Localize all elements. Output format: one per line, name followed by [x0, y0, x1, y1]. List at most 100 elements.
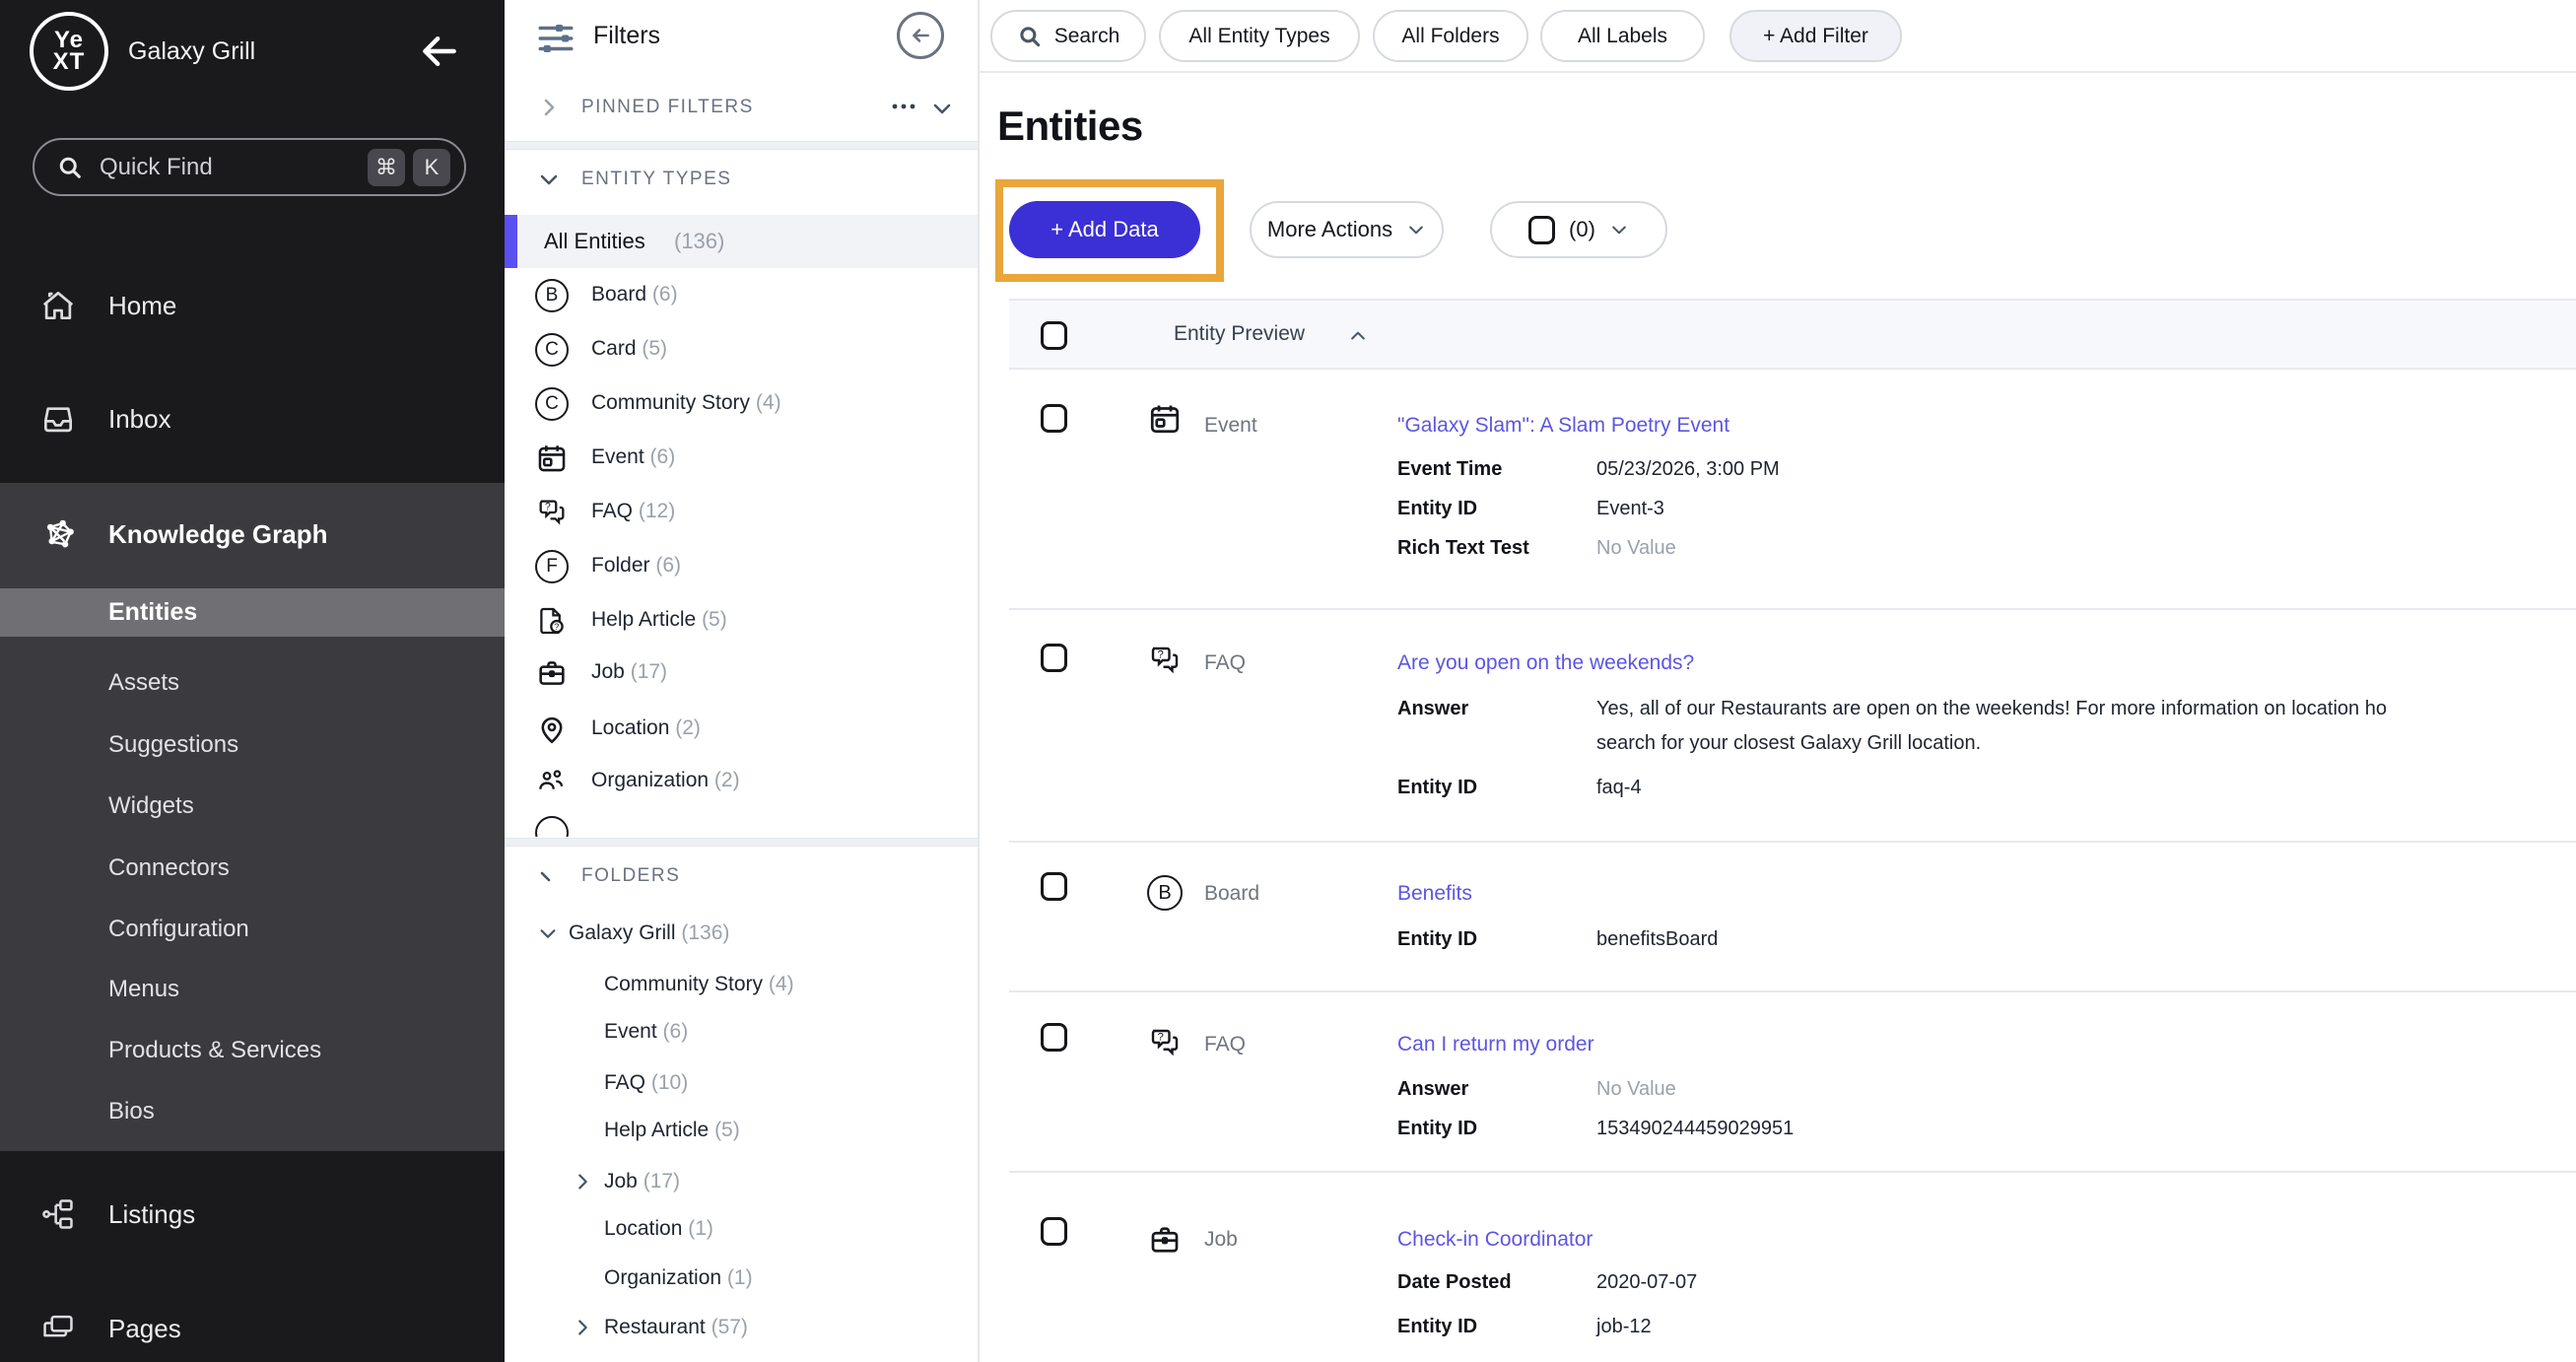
selection-dropdown[interactable]: (0) — [1490, 201, 1667, 258]
filter-type-help-article[interactable]: ? Help Article (5) — [505, 594, 978, 647]
add-data-button[interactable]: + Add Data — [1009, 201, 1200, 258]
faq-icon: ? — [1147, 643, 1183, 678]
filter-type-card[interactable]: C Card (5) — [505, 323, 978, 376]
folder-count: (17) — [644, 1170, 680, 1192]
field-value: job-12 — [1596, 1316, 1652, 1338]
sidebar-item-products-services[interactable]: Products & Services — [0, 1032, 505, 1069]
select-all-checkbox[interactable] — [1528, 216, 1555, 244]
folder-label: Galaxy Grill — [569, 921, 676, 944]
filter-type-location[interactable]: Location (2) — [505, 703, 978, 756]
people-icon — [535, 765, 569, 798]
sidebar-item-listings[interactable]: Listings — [0, 1191, 505, 1238]
all-entity-types-pill[interactable]: All Entity Types — [1159, 10, 1360, 62]
quick-find-input[interactable]: Quick Find ⌘ K — [33, 138, 466, 196]
filter-all-entities[interactable]: All Entities (136) — [505, 215, 978, 268]
pinned-filters-header[interactable]: PINNED FILTERS — [581, 97, 754, 118]
header-checkbox[interactable] — [1041, 321, 1067, 350]
entity-title-link[interactable]: "Galaxy Slam": A Slam Poetry Event — [1397, 414, 1729, 438]
more-actions-button[interactable]: More Actions — [1250, 201, 1444, 258]
folder-job[interactable]: Job (17) — [505, 1163, 978, 1202]
svg-text:?: ? — [1158, 1031, 1164, 1043]
sidebar-item-home[interactable]: Home — [0, 282, 505, 329]
folder-faq[interactable]: FAQ (10) — [505, 1064, 978, 1104]
sidebar-item-menus[interactable]: Menus — [0, 971, 505, 1008]
entity-types-chevron-down-icon[interactable] — [537, 168, 561, 191]
yext-logo-icon[interactable]: YeXT — [30, 12, 108, 91]
entity-title-link[interactable]: Benefits — [1397, 882, 1472, 906]
collapse-filters-button[interactable] — [897, 12, 944, 59]
field-label: Rich Text Test — [1397, 537, 1529, 560]
field-value: No Value — [1596, 537, 1676, 560]
folder-event[interactable]: Event (6) — [505, 1013, 978, 1053]
badge-b-icon: B — [1147, 875, 1183, 911]
folders-chevron-down-icon[interactable] — [537, 864, 561, 888]
sidebar-item-suggestions[interactable]: Suggestions — [0, 726, 505, 764]
folder-location[interactable]: Location (1) — [505, 1210, 978, 1250]
sidebar-item-configuration[interactable]: Configuration — [0, 911, 505, 948]
all-labels-pill[interactable]: All Labels — [1540, 10, 1705, 62]
add-filter-pill[interactable]: + Add Filter — [1729, 10, 1902, 62]
sidebar-item-assets[interactable]: Assets — [0, 664, 505, 702]
sidebar-item-label: Configuration — [108, 916, 249, 943]
folder-restaurant[interactable]: Restaurant (57) — [505, 1309, 978, 1348]
filter-type-board[interactable]: B Board (6) — [505, 269, 978, 322]
row-checkbox[interactable] — [1041, 1023, 1067, 1052]
filter-type-faq[interactable]: ? FAQ (12) — [505, 486, 978, 539]
sidebar-item-label: Home — [108, 291, 176, 321]
filter-count: (2) — [675, 716, 701, 739]
filter-label: Board — [591, 283, 646, 306]
filter-label: Location — [591, 716, 669, 739]
folders-header[interactable]: FOLDERS — [581, 865, 680, 887]
sidebar-item-inbox[interactable]: Inbox — [0, 395, 505, 443]
folder-count: (1) — [727, 1266, 753, 1289]
sidebar-item-label: Menus — [108, 976, 179, 1003]
pinned-filters-menu-icon[interactable] — [889, 95, 918, 118]
sidebar-item-widgets[interactable]: Widgets — [0, 787, 505, 825]
filter-type-folder[interactable]: F Folder (6) — [505, 540, 978, 593]
row-checkbox[interactable] — [1041, 404, 1067, 433]
knowledge-graph-icon — [39, 515, 77, 553]
row-checkbox[interactable] — [1041, 1217, 1067, 1246]
entity-title-link[interactable]: Are you open on the weekends? — [1397, 651, 1694, 675]
sidebar-item-bios[interactable]: Bios — [0, 1093, 505, 1130]
collapse-sidebar-icon[interactable] — [418, 30, 461, 73]
filter-count: (17) — [631, 660, 667, 683]
chevron-down-icon[interactable] — [537, 922, 559, 944]
filter-type-organization[interactable]: Organization (2) — [505, 755, 978, 808]
faq-icon: ? — [1147, 1025, 1183, 1060]
pill-label: All Entity Types — [1188, 25, 1329, 48]
entity-preview-column-header[interactable]: Entity Preview — [1174, 322, 1305, 346]
sidebar-item-connectors[interactable]: Connectors — [0, 850, 505, 887]
filter-type-job[interactable]: Job (17) — [505, 647, 978, 700]
badge-c-icon: C — [535, 333, 569, 367]
field-label: Answer — [1397, 698, 1468, 720]
pinned-filters-chevron-down-icon[interactable] — [930, 97, 954, 120]
entity-title-link[interactable]: Check-in Coordinator — [1397, 1228, 1593, 1252]
filter-type-event[interactable]: Event (6) — [505, 432, 978, 485]
search-pill[interactable]: Search — [990, 10, 1146, 62]
folder-community-story[interactable]: Community Story (4) — [505, 966, 978, 1005]
folder-help-article[interactable]: Help Article (5) — [505, 1112, 978, 1151]
sidebar-item-knowledge-graph[interactable]: Knowledge Graph — [0, 511, 505, 558]
svg-text:?: ? — [554, 622, 559, 632]
app-window: YeXT Galaxy Grill Quick Find ⌘ K Home In… — [0, 0, 2576, 1362]
entity-types-header[interactable]: ENTITY TYPES — [581, 169, 731, 190]
row-checkbox[interactable] — [1041, 872, 1067, 901]
sidebar-item-label: Suggestions — [108, 731, 238, 759]
chevron-right-icon[interactable] — [572, 1171, 593, 1192]
filter-count: (5) — [642, 337, 667, 360]
table-header: Entity Preview — [1009, 299, 2576, 370]
entity-title-link[interactable]: Can I return my order — [1397, 1033, 1594, 1056]
filter-type-community-story[interactable]: C Community Story (4) — [505, 377, 978, 431]
chevron-right-icon[interactable] — [572, 1317, 593, 1338]
sort-chevron-up-icon[interactable] — [1348, 326, 1368, 346]
folder-organization[interactable]: Organization (1) — [505, 1260, 978, 1299]
sidebar-item-entities[interactable]: Entities — [0, 588, 505, 637]
svg-text:?: ? — [545, 501, 551, 512]
all-folders-pill[interactable]: All Folders — [1373, 10, 1528, 62]
sidebar-item-pages[interactable]: Pages — [0, 1305, 505, 1352]
row-checkbox[interactable] — [1041, 644, 1067, 672]
k-key-badge: K — [413, 149, 450, 186]
expand-pinned-filters-icon[interactable] — [537, 96, 561, 119]
folder-galaxy-grill[interactable]: Galaxy Grill (136) — [505, 915, 978, 954]
